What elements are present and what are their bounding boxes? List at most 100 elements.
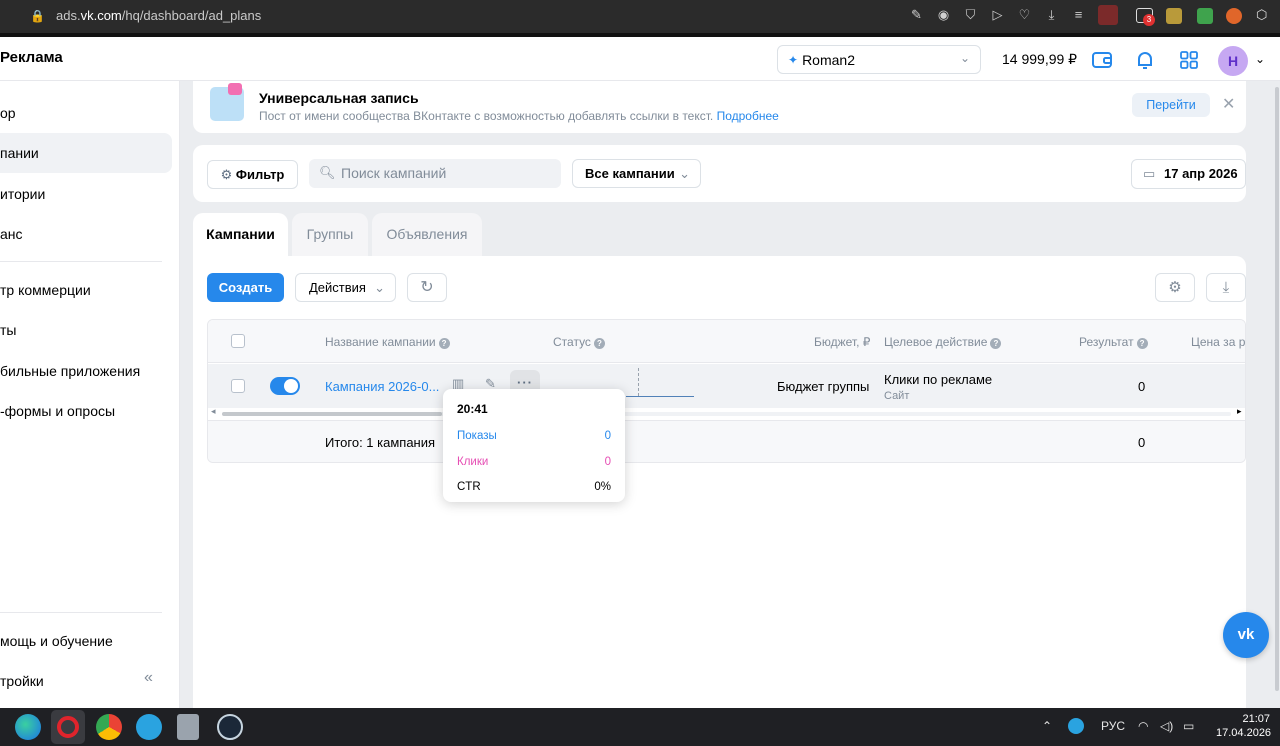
system-clock[interactable]: 21:07 17.04.2026: [1216, 712, 1271, 740]
sidebar-item-campaigns[interactable]: пании: [0, 133, 172, 173]
campaign-status-toggle[interactable]: [270, 377, 300, 395]
heart-icon[interactable]: ♡: [1016, 6, 1033, 23]
extension-badge: 3: [1143, 14, 1155, 26]
sidebar-item-help[interactable]: мощь и обучение: [0, 621, 172, 661]
vk-chat-button[interactable]: vk: [1223, 612, 1269, 658]
collapse-sidebar-icon[interactable]: «: [144, 669, 153, 687]
universal-post-illustration: [210, 83, 244, 121]
volume-icon[interactable]: ◁): [1160, 719, 1173, 733]
avatar[interactable]: Н: [1218, 46, 1248, 76]
table-horizontal-scrollbar[interactable]: ◂ ▸: [208, 406, 1245, 420]
sidebar-item-mobile-apps[interactable]: бильные приложения: [0, 351, 172, 391]
table-row[interactable]: Кампания 2026-0... ▥ ✎ ··· Бюджет группы…: [208, 364, 1245, 408]
column-header-label: Статус: [553, 335, 591, 349]
banner-go-button[interactable]: Перейти: [1132, 93, 1210, 117]
bell-icon[interactable]: [1134, 49, 1156, 71]
create-button[interactable]: Создать: [207, 273, 284, 302]
input-language[interactable]: РУС: [1101, 719, 1125, 733]
shield-icon[interactable]: ⛉: [962, 6, 979, 23]
chevron-down-icon[interactable]: ⌄: [1255, 52, 1265, 66]
sidebar-item-finance[interactable]: анс: [0, 214, 172, 254]
sidebar-item-label: -формы и опросы: [0, 403, 116, 419]
help-icon[interactable]: ?: [1136, 338, 1148, 349]
camera-icon[interactable]: ◉: [935, 6, 952, 23]
sidebar-item-audiences[interactable]: итории: [0, 174, 172, 214]
chrome-icon[interactable]: [96, 714, 122, 740]
stats-tooltip: 20:41 Показы 0 Клики 0 CTR 0%: [443, 389, 625, 502]
column-header-price[interactable]: Цена за ре: [1191, 335, 1245, 349]
edit-icon[interactable]: ✎: [908, 6, 925, 23]
vk-logo-icon: vk: [1237, 626, 1255, 643]
sidebar-item-label: ор: [0, 105, 16, 121]
column-header-budget[interactable]: Бюджет, ₽: [814, 335, 870, 349]
tab-groups[interactable]: Группы: [292, 213, 368, 256]
filter-icon: ⚙: [220, 167, 233, 182]
column-header-result[interactable]: Результат?: [1079, 335, 1148, 349]
scroll-left-icon[interactable]: ◂: [211, 406, 216, 417]
select-all-checkbox[interactable]: [231, 334, 245, 348]
tab-ads[interactable]: Объявления: [372, 213, 482, 256]
steam-icon[interactable]: [217, 714, 243, 740]
address-bar[interactable]: ads.vk.com/hq/dashboard/ad_plans: [56, 8, 261, 23]
menu-icon[interactable]: ≡: [1070, 6, 1087, 23]
battery-icon[interactable]: ▭: [1183, 719, 1194, 733]
pyramid-extension-icon[interactable]: [1166, 8, 1182, 24]
banner-text: Пост от имени сообщества ВКонтакте с воз…: [259, 109, 779, 123]
calculator-icon[interactable]: [177, 714, 199, 740]
play-icon[interactable]: ▷: [989, 6, 1006, 23]
tooltip-value: 0: [604, 456, 611, 468]
scroll-right-icon[interactable]: ▸: [1237, 406, 1242, 417]
pen-extension-icon[interactable]: [1197, 8, 1213, 24]
url-prefix: ads.: [56, 8, 81, 23]
banner-more-link[interactable]: Подробнее: [717, 109, 779, 123]
campaign-name-link[interactable]: Кампания 2026-0...: [325, 379, 439, 394]
budget-value: Бюджет группы: [777, 379, 870, 394]
column-header-status[interactable]: Статус?: [553, 335, 605, 349]
tray-chevron-up-icon[interactable]: ⌃: [1042, 719, 1052, 733]
help-icon[interactable]: ?: [438, 338, 450, 349]
actions-dropdown[interactable]: Действия ⌄: [295, 273, 396, 302]
clock-time: 21:07: [1242, 713, 1270, 725]
wifi-icon[interactable]: ◠: [1138, 719, 1148, 733]
tab-campaigns[interactable]: Кампании: [193, 213, 288, 256]
sidebar-item-commerce[interactable]: тр коммерции: [0, 270, 172, 310]
table-settings-button[interactable]: ⚙: [1155, 273, 1195, 302]
search-input[interactable]: [341, 163, 551, 183]
tray-telegram-icon[interactable]: [1068, 718, 1084, 734]
help-icon[interactable]: ?: [593, 338, 605, 349]
row-checkbox[interactable]: [231, 379, 245, 393]
fox-extension-icon[interactable]: [1226, 8, 1242, 24]
campaigns-panel: Создать Действия ⌄ ↻ ⚙ ⤓ Название кампани…: [193, 256, 1246, 708]
campaign-filter-select[interactable]: Все кампании ⌄: [572, 159, 701, 188]
column-header-name[interactable]: Название кампании?: [325, 335, 450, 349]
edge-icon[interactable]: [15, 714, 41, 740]
apps-grid-icon[interactable]: [1178, 49, 1200, 71]
refresh-button[interactable]: ↻: [407, 273, 447, 302]
promo-banner: Универсальная запись Пост от имени сообщ…: [193, 81, 1246, 133]
cube-extension-icon[interactable]: ⬡: [1256, 7, 1276, 27]
tooltip-row-clicks: Клики 0: [457, 456, 611, 468]
download-icon[interactable]: ⤓: [1043, 6, 1060, 23]
date-picker[interactable]: ▭ 17 апр 2026: [1131, 159, 1246, 189]
column-header-goal[interactable]: Целевое действие?: [884, 335, 1002, 349]
help-icon[interactable]: ?: [990, 338, 1002, 349]
scrollbar-thumb[interactable]: [1275, 87, 1279, 691]
chevron-down-icon: ⌄: [374, 280, 385, 295]
sidebar-item-overview[interactable]: ор: [0, 93, 172, 133]
profile-extension-icon[interactable]: [1098, 5, 1118, 25]
refresh-icon: ↻: [420, 279, 434, 296]
scrollbar-thumb[interactable]: [222, 412, 442, 416]
close-icon[interactable]: ✕: [1222, 94, 1235, 114]
account-select[interactable]: ✦ Roman2 ⌄: [777, 45, 981, 74]
sidebar-item-lead-forms[interactable]: -формы и опросы: [0, 391, 172, 431]
date-value: 17 апр 2026: [1164, 166, 1238, 181]
wallet-icon[interactable]: [1091, 49, 1113, 71]
page-scrollbar[interactable]: [1262, 81, 1280, 708]
filter-button[interactable]: ⚙ Фильтр: [207, 160, 298, 189]
export-button[interactable]: ⤓: [1206, 273, 1246, 302]
telegram-icon[interactable]: [136, 714, 162, 740]
column-header-label: Целевое действие: [884, 335, 988, 349]
goal-value: Клики по рекламе: [884, 372, 993, 387]
sidebar-item-sites[interactable]: ты: [0, 310, 172, 350]
chevron-down-icon: ⌄: [679, 166, 690, 181]
